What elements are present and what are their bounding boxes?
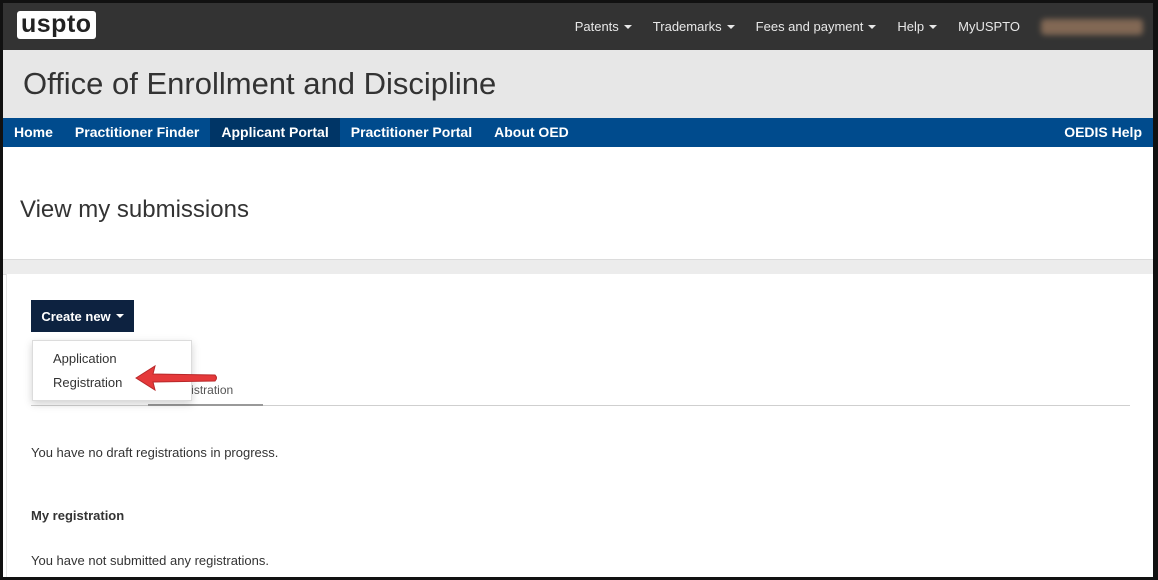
nav-home[interactable]: Home: [3, 118, 64, 147]
main-nav: Home Practitioner Finder Applicant Porta…: [3, 118, 1153, 147]
top-nav-help[interactable]: Help: [897, 19, 937, 34]
top-nav-fees[interactable]: Fees and payment: [756, 19, 877, 34]
nav-practitioner-finder[interactable]: Practitioner Finder: [64, 118, 210, 147]
caret-down-icon: [116, 314, 124, 318]
top-bar: uspto Patents Trademarks Fees and paymen…: [3, 3, 1153, 51]
caret-down-icon: [624, 25, 632, 29]
caret-down-icon: [929, 25, 937, 29]
nav-oedis-help[interactable]: OEDIS Help: [1064, 118, 1142, 147]
user-account-blurred[interactable]: [1041, 19, 1143, 35]
site-title: Office of Enrollment and Discipline: [23, 66, 496, 102]
section-separator: [3, 259, 1153, 275]
red-arrow-annotation: [133, 363, 219, 393]
top-nav: Patents Trademarks Fees and payment Help…: [575, 3, 1153, 50]
page-title: View my submissions: [20, 196, 249, 224]
uspto-logo[interactable]: uspto: [17, 11, 96, 39]
dropdown-item-application[interactable]: Application: [53, 351, 117, 366]
no-drafts-text: You have no draft registrations in progr…: [31, 445, 278, 460]
nav-practitioner-portal[interactable]: Practitioner Portal: [340, 118, 483, 147]
caret-down-icon: [868, 25, 876, 29]
top-nav-patents[interactable]: Patents: [575, 19, 632, 34]
nav-applicant-portal[interactable]: Applicant Portal: [210, 118, 339, 147]
caret-down-icon: [727, 25, 735, 29]
create-new-button[interactable]: Create new: [31, 300, 134, 332]
browser-frame: uspto Patents Trademarks Fees and paymen…: [0, 0, 1158, 580]
no-submitted-text: You have not submitted any registrations…: [31, 553, 269, 568]
top-nav-myuspto[interactable]: MyUSPTO: [958, 19, 1020, 34]
my-registration-heading: My registration: [31, 508, 124, 523]
top-nav-trademarks[interactable]: Trademarks: [653, 19, 735, 34]
dropdown-item-registration[interactable]: Registration: [53, 375, 122, 390]
site-title-band: Office of Enrollment and Discipline: [3, 50, 1153, 118]
content-panel: [6, 274, 1153, 577]
nav-about-oed[interactable]: About OED: [483, 118, 580, 147]
